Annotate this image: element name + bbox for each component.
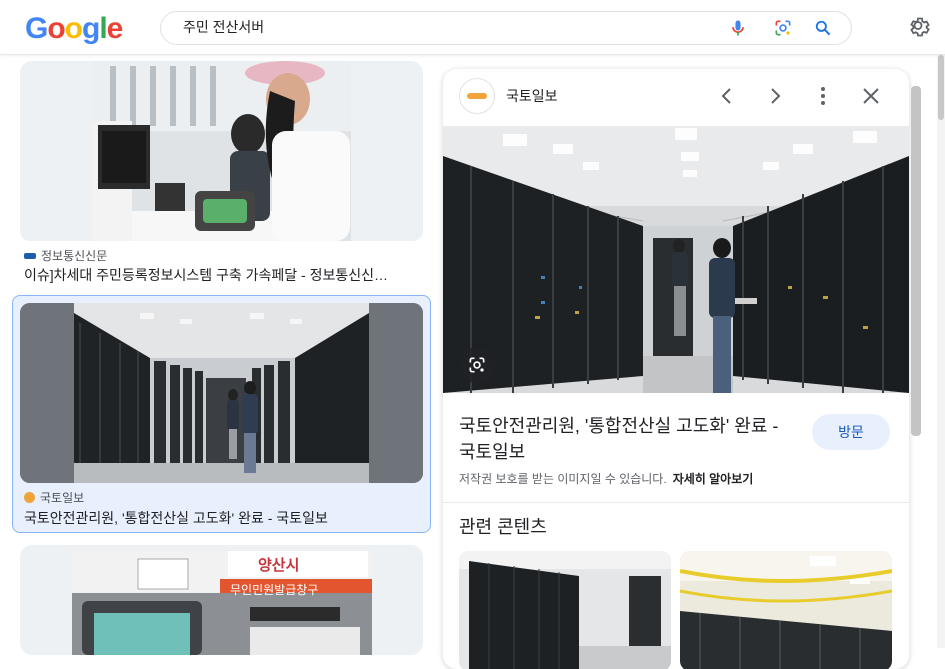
source-name: 정보통신신문 xyxy=(41,249,108,263)
learn-more-link[interactable]: 자세히 알아보기 xyxy=(673,472,754,486)
kiosk-photo xyxy=(72,551,372,655)
logo-letter: G xyxy=(25,12,48,45)
result-title[interactable]: 국토안전관리원, '통합전산실 고도화' 완료 - 국토일보 xyxy=(24,508,422,528)
logo-letter: l xyxy=(99,12,107,45)
related-datacenter-photo xyxy=(680,551,892,669)
panel-main-image[interactable] xyxy=(443,126,909,393)
favicon-icon xyxy=(24,252,36,259)
logo-letter: o xyxy=(64,12,83,45)
kiosk-sign-text: 양산시 xyxy=(258,557,300,574)
logo-letter: g xyxy=(82,12,100,45)
server-room-photo xyxy=(20,303,423,483)
panel-source-name[interactable]: 국토일보 xyxy=(506,86,558,106)
result-thumbnail[interactable] xyxy=(20,303,423,483)
kiosk-counter-text: 무인민원발급창구 xyxy=(230,583,319,597)
google-logo[interactable]: Google xyxy=(25,12,124,46)
panel-title[interactable]: 국토안전관리원, '통합전산실 고도화' 완료 - 국토일보 xyxy=(459,413,799,465)
source-logo[interactable] xyxy=(459,78,495,114)
result-thumbnail[interactable] xyxy=(20,61,423,241)
mic-icon[interactable] xyxy=(728,18,748,38)
related-content-heading: 관련 콘텐츠 xyxy=(459,517,547,537)
panel-header: 국토일보 xyxy=(443,69,909,125)
gear-icon[interactable] xyxy=(908,15,932,39)
related-server-photo xyxy=(459,551,671,669)
result-title[interactable]: 이슈]차세대 주민등록정보시스템 구축 가속페달 - 정보통신신… xyxy=(24,265,422,285)
chevron-right-icon[interactable] xyxy=(763,84,787,108)
result-source[interactable]: 국토일보 xyxy=(24,489,84,506)
panel-scrollbar[interactable] xyxy=(909,86,923,646)
image-result-card[interactable]: 정보통신신문 이슈]차세대 주민등록정보시스템 구축 가속페달 - 정보통신신… xyxy=(20,61,423,289)
result-source[interactable]: 정보통신신문 xyxy=(24,247,107,264)
related-thumbnail[interactable] xyxy=(680,551,892,669)
office-photo xyxy=(92,61,351,241)
lens-icon xyxy=(469,357,485,373)
image-result-card[interactable]: 양산시 무인민원발급창구 xyxy=(20,545,423,655)
divider xyxy=(443,502,909,503)
page-scrollbar-thumb[interactable] xyxy=(938,55,944,120)
copyright-text: 저작권 보호를 받는 이미지일 수 있습니다. xyxy=(459,472,667,486)
result-thumbnail[interactable]: 양산시 무인민원발급창구 xyxy=(20,545,423,655)
search-box[interactable] xyxy=(160,11,852,45)
visit-button[interactable]: 방문 xyxy=(812,414,890,450)
lens-icon[interactable] xyxy=(773,18,793,38)
related-thumbnail[interactable] xyxy=(459,551,671,669)
source-logo-icon xyxy=(467,93,487,99)
search-icon[interactable] xyxy=(813,18,833,38)
lens-search-button[interactable] xyxy=(459,347,495,383)
logo-letter: e xyxy=(106,12,124,45)
page-scrollbar[interactable] xyxy=(937,0,945,648)
panel-scrollbar-thumb[interactable] xyxy=(911,86,921,436)
header: Google xyxy=(0,0,945,55)
copyright-note: 저작권 보호를 받는 이미지일 수 있습니다. 자세히 알아보기 xyxy=(459,470,753,487)
more-vert-icon[interactable] xyxy=(811,84,835,108)
logo-letter: o xyxy=(47,12,65,45)
chevron-left-icon[interactable] xyxy=(715,84,739,108)
source-name: 국토일보 xyxy=(40,491,85,505)
favicon-icon xyxy=(24,492,35,503)
close-icon[interactable] xyxy=(859,84,883,108)
image-detail-panel: 국토일보 국토안전관리원, '통합전산실 고도화' 완료 - 국토일보 방문 저… xyxy=(443,69,909,669)
server-room-large-photo xyxy=(443,126,909,393)
search-input[interactable] xyxy=(181,18,705,36)
image-result-card-selected[interactable]: 국토일보 국토안전관리원, '통합전산실 고도화' 완료 - 국토일보 xyxy=(12,295,431,533)
